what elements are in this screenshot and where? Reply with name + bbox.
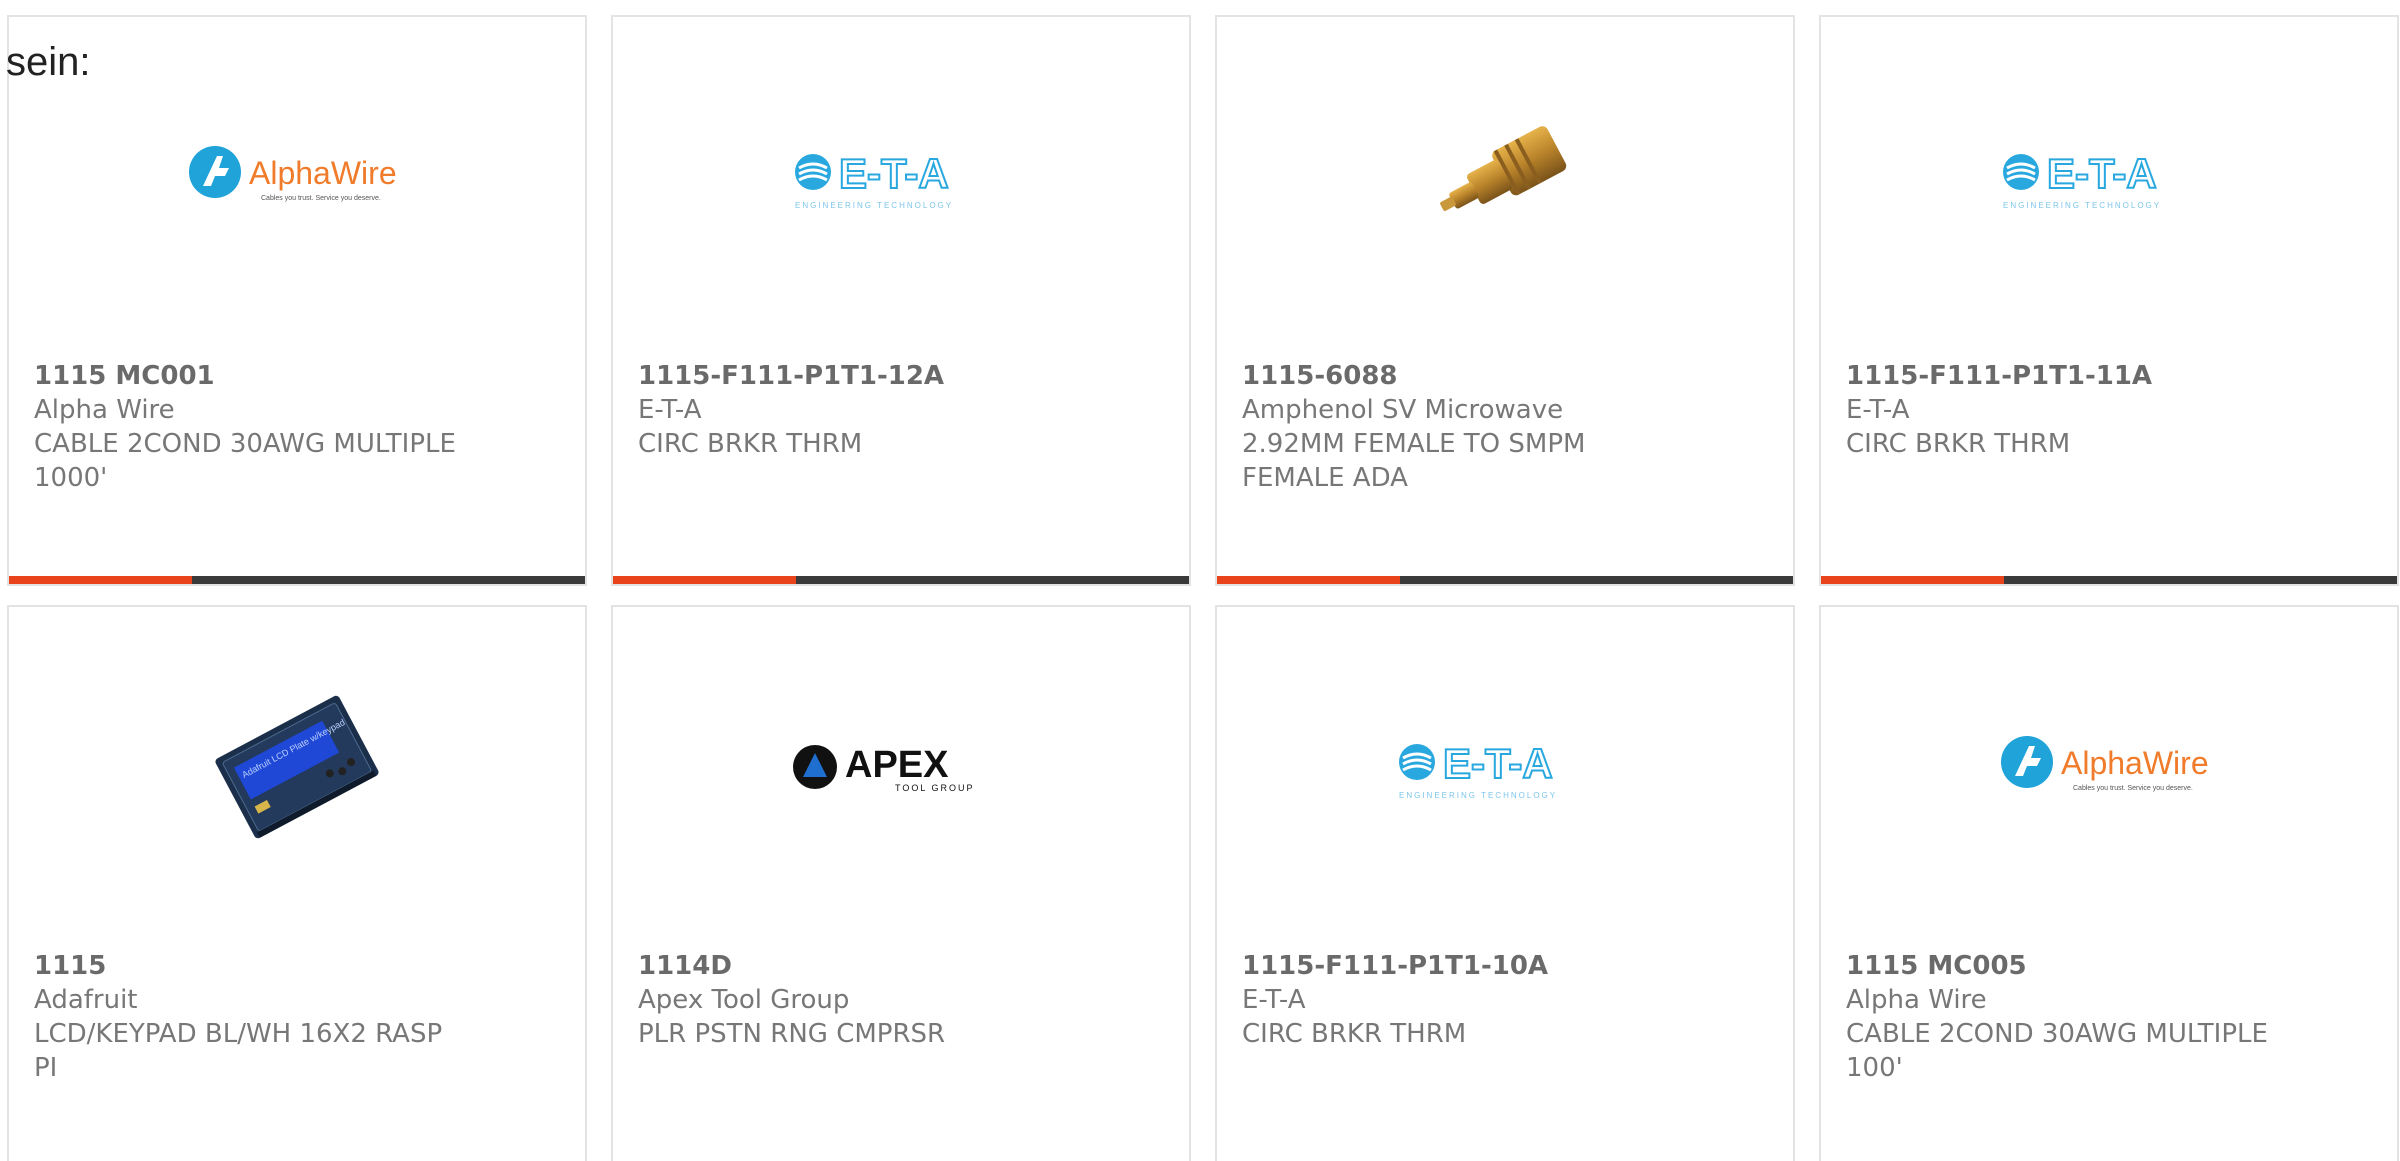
- product-card[interactable]: AlphaWire Cables you trust. Service you …: [1819, 605, 2399, 1161]
- card-footer-bar: [613, 576, 1189, 584]
- part-number[interactable]: 1115: [34, 949, 465, 983]
- description: CIRC BRKR THRM: [1846, 429, 2071, 459]
- description: CABLE 2COND 30AWG MULTIPLE 1000': [34, 429, 456, 493]
- part-number[interactable]: 1115-6088: [1242, 359, 1673, 393]
- description: CABLE 2COND 30AWG MULTIPLE 100': [1846, 1019, 2268, 1083]
- svg-text:ENGINEERING TECHNOLOGY: ENGINEERING TECHNOLOGY: [1399, 791, 1557, 800]
- product-card[interactable]: E-T-A ENGINEERING TECHNOLOGY 1115-F111-P…: [1215, 605, 1795, 1161]
- product-image: [1217, 77, 1793, 277]
- manufacturer: E-T-A: [1242, 985, 1306, 1015]
- eta-logo: E-T-A ENGINEERING TECHNOLOGY: [1399, 739, 1557, 800]
- product-card[interactable]: E-T-A ENGINEERING TECHNOLOGY 1115-F111-P…: [1819, 15, 2399, 586]
- svg-text:Cables you trust. Service you: Cables you trust. Service you deserve.: [2073, 785, 2193, 792]
- manufacturer: Amphenol SV Microwave: [1242, 395, 1564, 425]
- description: CIRC BRKR THRM: [1242, 1019, 1467, 1049]
- alphawire-logo: AlphaWire Cables you trust. Service you …: [189, 146, 397, 202]
- manufacturer: Adafruit: [34, 985, 138, 1015]
- eta-logo: E-T-A ENGINEERING TECHNOLOGY: [2003, 149, 2161, 210]
- svg-text:ENGINEERING TECHNOLOGY: ENGINEERING TECHNOLOGY: [795, 201, 953, 210]
- part-number[interactable]: 1115-F111-P1T1-10A: [1242, 949, 1673, 983]
- product-card[interactable]: 1115-6088 Amphenol SV Microwave 2.92MM F…: [1215, 15, 1795, 586]
- apex-logo: APEX TOOL GROUP: [793, 744, 975, 793]
- manufacturer: E-T-A: [638, 395, 702, 425]
- card-footer-bar: [9, 576, 585, 584]
- svg-text:AlphaWire: AlphaWire: [249, 155, 397, 191]
- product-image: E-T-A ENGINEERING TECHNOLOGY: [613, 77, 1189, 277]
- product-card[interactable]: E-T-A ENGINEERING TECHNOLOGY 1115-F111-P…: [611, 15, 1191, 586]
- description: 2.92MM FEMALE TO SMPM FEMALE ADA: [1242, 429, 1586, 493]
- part-number[interactable]: 1115-F111-P1T1-12A: [638, 359, 1069, 393]
- rf-adapter-photo: [1440, 126, 1567, 211]
- product-card[interactable]: AlphaWire Cables you trust. Service you …: [7, 15, 587, 586]
- svg-text:TOOL GROUP: TOOL GROUP: [895, 783, 975, 793]
- part-number[interactable]: 1115 MC005: [1846, 949, 2277, 983]
- product-image: AlphaWire Cables you trust. Service you …: [1821, 667, 2397, 867]
- description: CIRC BRKR THRM: [638, 429, 863, 459]
- eta-logo: E-T-A ENGINEERING TECHNOLOGY: [795, 149, 953, 210]
- svg-text:E-T-A: E-T-A: [1443, 740, 1553, 787]
- svg-text:E-T-A: E-T-A: [839, 150, 949, 197]
- product-image: E-T-A ENGINEERING TECHNOLOGY: [1217, 667, 1793, 867]
- lcd-keypad-photo: Adafruit LCD Plate w/keypad: [215, 695, 379, 839]
- svg-text:Cables you trust. Service you: Cables you trust. Service you deserve.: [261, 195, 381, 202]
- svg-text:E-T-A: E-T-A: [2047, 150, 2157, 197]
- svg-text:AlphaWire: AlphaWire: [2061, 745, 2209, 781]
- alphawire-logo: AlphaWire Cables you trust. Service you …: [2001, 736, 2209, 792]
- part-number[interactable]: 1115-F111-P1T1-11A: [1846, 359, 2277, 393]
- manufacturer: E-T-A: [1846, 395, 1910, 425]
- card-footer-bar: [1821, 576, 2397, 584]
- part-number[interactable]: 1115 MC001: [34, 359, 465, 393]
- card-footer-bar: [1217, 576, 1793, 584]
- description: LCD/KEYPAD BL/WH 16X2 RASP PI: [34, 1019, 443, 1083]
- manufacturer: Alpha Wire: [1846, 985, 1987, 1015]
- manufacturer: Apex Tool Group: [638, 985, 850, 1015]
- product-image: Adafruit LCD Plate w/keypad: [9, 667, 585, 867]
- manufacturer: Alpha Wire: [34, 395, 175, 425]
- intro-text: sein:: [6, 40, 91, 84]
- product-image: APEX TOOL GROUP: [613, 667, 1189, 867]
- product-grid-page: sein: AlphaWire Cables you trust. Servic…: [0, 0, 2400, 1161]
- product-image: AlphaWire Cables you trust. Service you …: [9, 77, 585, 277]
- description: PLR PSTN RNG CMPRSR: [638, 1019, 946, 1049]
- product-image: E-T-A ENGINEERING TECHNOLOGY: [1821, 77, 2397, 277]
- product-card[interactable]: APEX TOOL GROUP 1114D Apex Tool Group PL…: [611, 605, 1191, 1161]
- part-number[interactable]: 1114D: [638, 949, 1069, 983]
- svg-text:ENGINEERING TECHNOLOGY: ENGINEERING TECHNOLOGY: [2003, 201, 2161, 210]
- svg-text:APEX: APEX: [845, 744, 949, 786]
- product-card[interactable]: Adafruit LCD Plate w/keypad 1115 Adafrui…: [7, 605, 587, 1161]
